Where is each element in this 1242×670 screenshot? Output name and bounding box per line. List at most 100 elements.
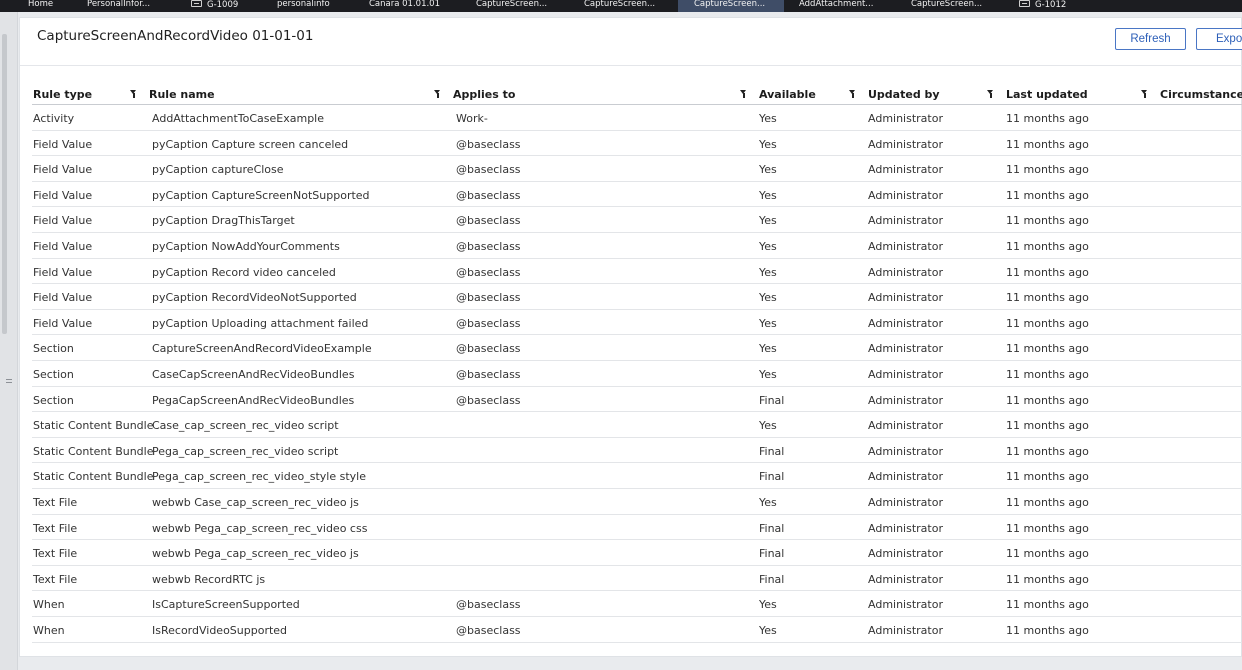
cell-rule-type: Field Value	[33, 137, 93, 151]
export-button[interactable]: Export	[1196, 28, 1242, 50]
cell-rule-name[interactable]: pyCaption Capture screen canceled	[152, 138, 348, 151]
cell-rule-name[interactable]: pyCaption Uploading attachment failed	[152, 317, 368, 330]
cell-last-updated: 11 months ago	[1006, 393, 1089, 407]
cell-available: Yes	[759, 137, 777, 151]
cell-rule-name[interactable]: CaseCapScreenAndRecVideoBundles	[152, 368, 354, 381]
cell-updated-by: Administrator	[868, 265, 943, 279]
tab-6[interactable]: CaptureScreen...	[584, 0, 674, 12]
column-header-rule-type[interactable]: Rule type	[33, 88, 92, 104]
tab-3[interactable]: personalinfo	[277, 0, 362, 12]
cell-available: Final	[759, 444, 785, 458]
filter-icon[interactable]	[1141, 90, 1148, 98]
table-row[interactable]: Activity AddAttachmentToCaseExample Work- Y…	[32, 105, 1242, 131]
cell-rule-name[interactable]: IsCaptureScreenSupported	[152, 598, 300, 611]
cell-rule-name[interactable]: pyCaption DragThisTarget	[152, 214, 295, 227]
cell-updated-by: Administrator	[868, 368, 943, 381]
cell-rule-type: Static Content Bundle	[33, 419, 154, 433]
cell-rule-type: Field Value	[33, 240, 93, 253]
cell-available: Yes	[759, 624, 777, 637]
tab-1[interactable]: PersonalInfor...	[87, 0, 177, 12]
tab-7[interactable]: CaptureScreen...	[678, 0, 784, 12]
column-header-applies-to[interactable]: Applies to	[453, 88, 515, 104]
table-row[interactable]: Static Content Bundle Pega_cap_screen_rec…	[32, 463, 1242, 489]
tab-2[interactable]: G-1009	[191, 0, 271, 12]
table-row[interactable]: Field Value pyCaption Record video cancel…	[32, 259, 1242, 285]
table-row[interactable]: Section CaptureScreenAndRecordVideoExampl…	[32, 335, 1242, 361]
cell-rule-name[interactable]: pyCaption captureClose	[152, 163, 284, 176]
table-row[interactable]: Field Value pyCaption Capture screen canc…	[32, 131, 1242, 157]
cell-rule-name[interactable]: CaptureScreenAndRecordVideoExample	[152, 342, 372, 355]
table-row[interactable]: Field Value pyCaption NowAddYourComments @…	[32, 233, 1242, 259]
cell-rule-name[interactable]: webwb RecordRTC js	[152, 573, 265, 586]
cell-rule-name[interactable]: webwb Case_cap_screen_rec_video js	[152, 496, 359, 509]
cell-rule-name[interactable]: pyCaption RecordVideoNotSupported	[152, 291, 357, 304]
table-row[interactable]: Static Content Bundle Case_cap_screen_rec…	[32, 412, 1242, 438]
tab-10[interactable]: G-1012	[1019, 0, 1099, 12]
cell-applies-to: @baseclass	[456, 188, 521, 202]
cell-rule-type: Static Content Bundle	[33, 444, 154, 458]
column-header-rule-name[interactable]: Rule name	[149, 88, 215, 104]
cell-updated-by: Administrator	[868, 393, 943, 407]
table-row[interactable]: Section CaseCapScreenAndRecVideoBundles @b…	[32, 361, 1242, 387]
tab-0[interactable]: Home	[28, 0, 83, 12]
cell-rule-name[interactable]: pyCaption NowAddYourComments	[152, 240, 340, 253]
cell-rule-name[interactable]: Pega_cap_screen_rec_video script	[152, 445, 338, 458]
table-row[interactable]: Text File webwb Pega_cap_screen_rec_video…	[32, 515, 1242, 541]
cell-rule-name[interactable]: pyCaption CaptureScreenNotSupported	[152, 189, 370, 202]
cell-updated-by: Administrator	[868, 521, 943, 535]
cell-rule-name[interactable]: Case_cap_screen_rec_video script	[152, 419, 339, 432]
table-row[interactable]: Field Value pyCaption captureClose @basecl…	[32, 156, 1242, 182]
cell-updated-by: Administrator	[868, 291, 943, 305]
tab-label: G-1009	[207, 0, 239, 10]
table-row[interactable]: Field Value pyCaption DragThisTarget @base…	[32, 207, 1242, 233]
filter-icon[interactable]	[849, 90, 856, 98]
refresh-button[interactable]: Refresh	[1115, 28, 1186, 50]
cell-available: Yes	[759, 368, 777, 381]
table-row[interactable]: Text File webwb RecordRTC js Final Administ…	[32, 566, 1242, 592]
table-row[interactable]: Text File webwb Pega_cap_screen_rec_video…	[32, 540, 1242, 566]
table-row[interactable]: Field Value pyCaption CaptureScreenNotSup…	[32, 182, 1242, 208]
cell-rule-type: Text File	[33, 572, 78, 586]
filter-icon[interactable]	[740, 90, 747, 98]
cell-rule-name[interactable]: webwb Pega_cap_screen_rec_video css	[152, 522, 367, 535]
tab-label: CaptureScreen...	[476, 0, 548, 9]
tab-9[interactable]: CaptureScreen...	[911, 0, 1011, 12]
tab-5[interactable]: CaptureScreen...	[476, 0, 576, 12]
column-header-available[interactable]: Available	[759, 88, 816, 104]
filter-icon[interactable]	[434, 90, 441, 98]
column-header-updated-by[interactable]: Updated by	[868, 88, 940, 104]
cell-updated-by: Administrator	[868, 112, 943, 125]
cell-rule-name[interactable]: AddAttachmentToCaseExample	[152, 112, 324, 125]
cell-applies-to: @baseclass	[456, 624, 521, 637]
cell-updated-by: Administrator	[868, 214, 943, 228]
cell-available: Yes	[759, 240, 777, 253]
cell-rule-name[interactable]: PegaCapScreenAndRecVideoBundles	[152, 394, 354, 407]
table-row[interactable]: Field Value pyCaption RecordVideoNotSuppo…	[32, 284, 1242, 310]
tab-8[interactable]: AddAttachment...	[799, 0, 904, 12]
table-row[interactable]: Text File webwb Case_cap_screen_rec_video…	[32, 489, 1242, 515]
panel-splitter-handle[interactable]	[6, 378, 12, 384]
table-row[interactable]: Static Content Bundle Pega_cap_screen_rec…	[32, 438, 1242, 464]
cell-updated-by: Administrator	[868, 624, 943, 637]
tab-4[interactable]: Canara 01.01.01	[369, 0, 469, 12]
cell-last-updated: 11 months ago	[1006, 547, 1089, 561]
cell-rule-name[interactable]: IsRecordVideoSupported	[152, 624, 287, 637]
cell-rule-name[interactable]: Pega_cap_screen_rec_video_style style	[152, 470, 366, 483]
filter-icon[interactable]	[130, 90, 137, 98]
cell-rule-name[interactable]: webwb Pega_cap_screen_rec_video js	[152, 547, 359, 560]
filter-icon[interactable]	[987, 90, 994, 98]
table-row[interactable]: When IsRecordVideoSupported @baseclass Yes A…	[32, 617, 1242, 643]
cell-rule-name[interactable]: pyCaption Record video canceled	[152, 266, 336, 279]
table-row[interactable]: Field Value pyCaption Uploading attachmen…	[32, 310, 1242, 336]
table-row[interactable]: Section PegaCapScreenAndRecVideoBundles @b…	[32, 387, 1242, 413]
column-header-circumstance[interactable]: Circumstance	[1160, 88, 1242, 104]
left-scrollbar[interactable]	[2, 34, 7, 334]
tab-bar: Home PersonalInfor... G-1009 personalinfo Ca…	[0, 0, 1242, 12]
cell-updated-by: Administrator	[868, 419, 943, 433]
cell-last-updated: 11 months ago	[1006, 624, 1089, 637]
cell-available: Yes	[759, 188, 777, 202]
column-header-last-updated[interactable]: Last updated	[1006, 88, 1088, 104]
cell-applies-to: @baseclass	[456, 393, 521, 407]
cell-applies-to: @baseclass	[456, 163, 521, 177]
table-row[interactable]: When IsCaptureScreenSupported @baseclass Ye…	[32, 591, 1242, 617]
